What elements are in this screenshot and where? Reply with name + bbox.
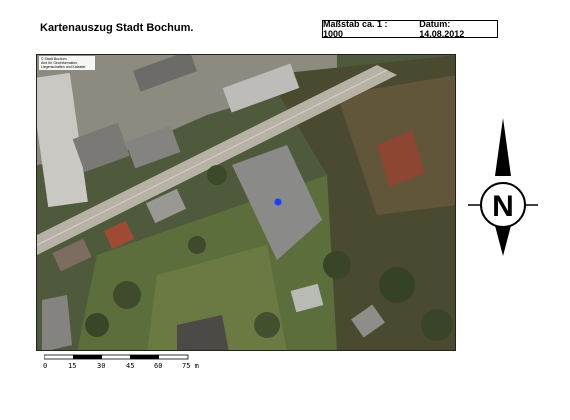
map-title: Kartenauszug Stadt Bochum. bbox=[40, 22, 194, 34]
location-marker bbox=[274, 198, 282, 206]
compass-icon: N bbox=[468, 118, 538, 256]
date-label: Datum: 14.08.2012 bbox=[419, 19, 465, 39]
copyright-notice: © Stadt Bochum Amt für Geoinformation, L… bbox=[39, 56, 95, 70]
scale-bar-labels: 0 15 30 45 60 75 m bbox=[40, 362, 200, 372]
aerial-map[interactable]: © Stadt Bochum Amt für Geoinformation, L… bbox=[36, 54, 456, 351]
scale-tick-label: 0 bbox=[43, 362, 48, 370]
copyright-line: Liegenschaften und Kataster bbox=[41, 65, 86, 69]
scale-label: Maßstab ca. 1 : 1000 bbox=[323, 19, 388, 39]
scale-tick-label: 60 bbox=[154, 362, 163, 370]
scale-tick-label: 15 bbox=[68, 362, 77, 370]
map-info-box: Maßstab ca. 1 : 1000 Datum: 14.08.2012 bbox=[322, 19, 498, 39]
north-arrow: N bbox=[468, 118, 538, 263]
scale-tick-label: 30 bbox=[97, 362, 106, 370]
scale-bar bbox=[44, 354, 189, 360]
aerial-photo bbox=[37, 55, 455, 350]
north-letter: N bbox=[492, 190, 514, 223]
scale-tick-label: 45 bbox=[126, 362, 135, 370]
scale-tick-label: 75 m bbox=[182, 362, 199, 370]
